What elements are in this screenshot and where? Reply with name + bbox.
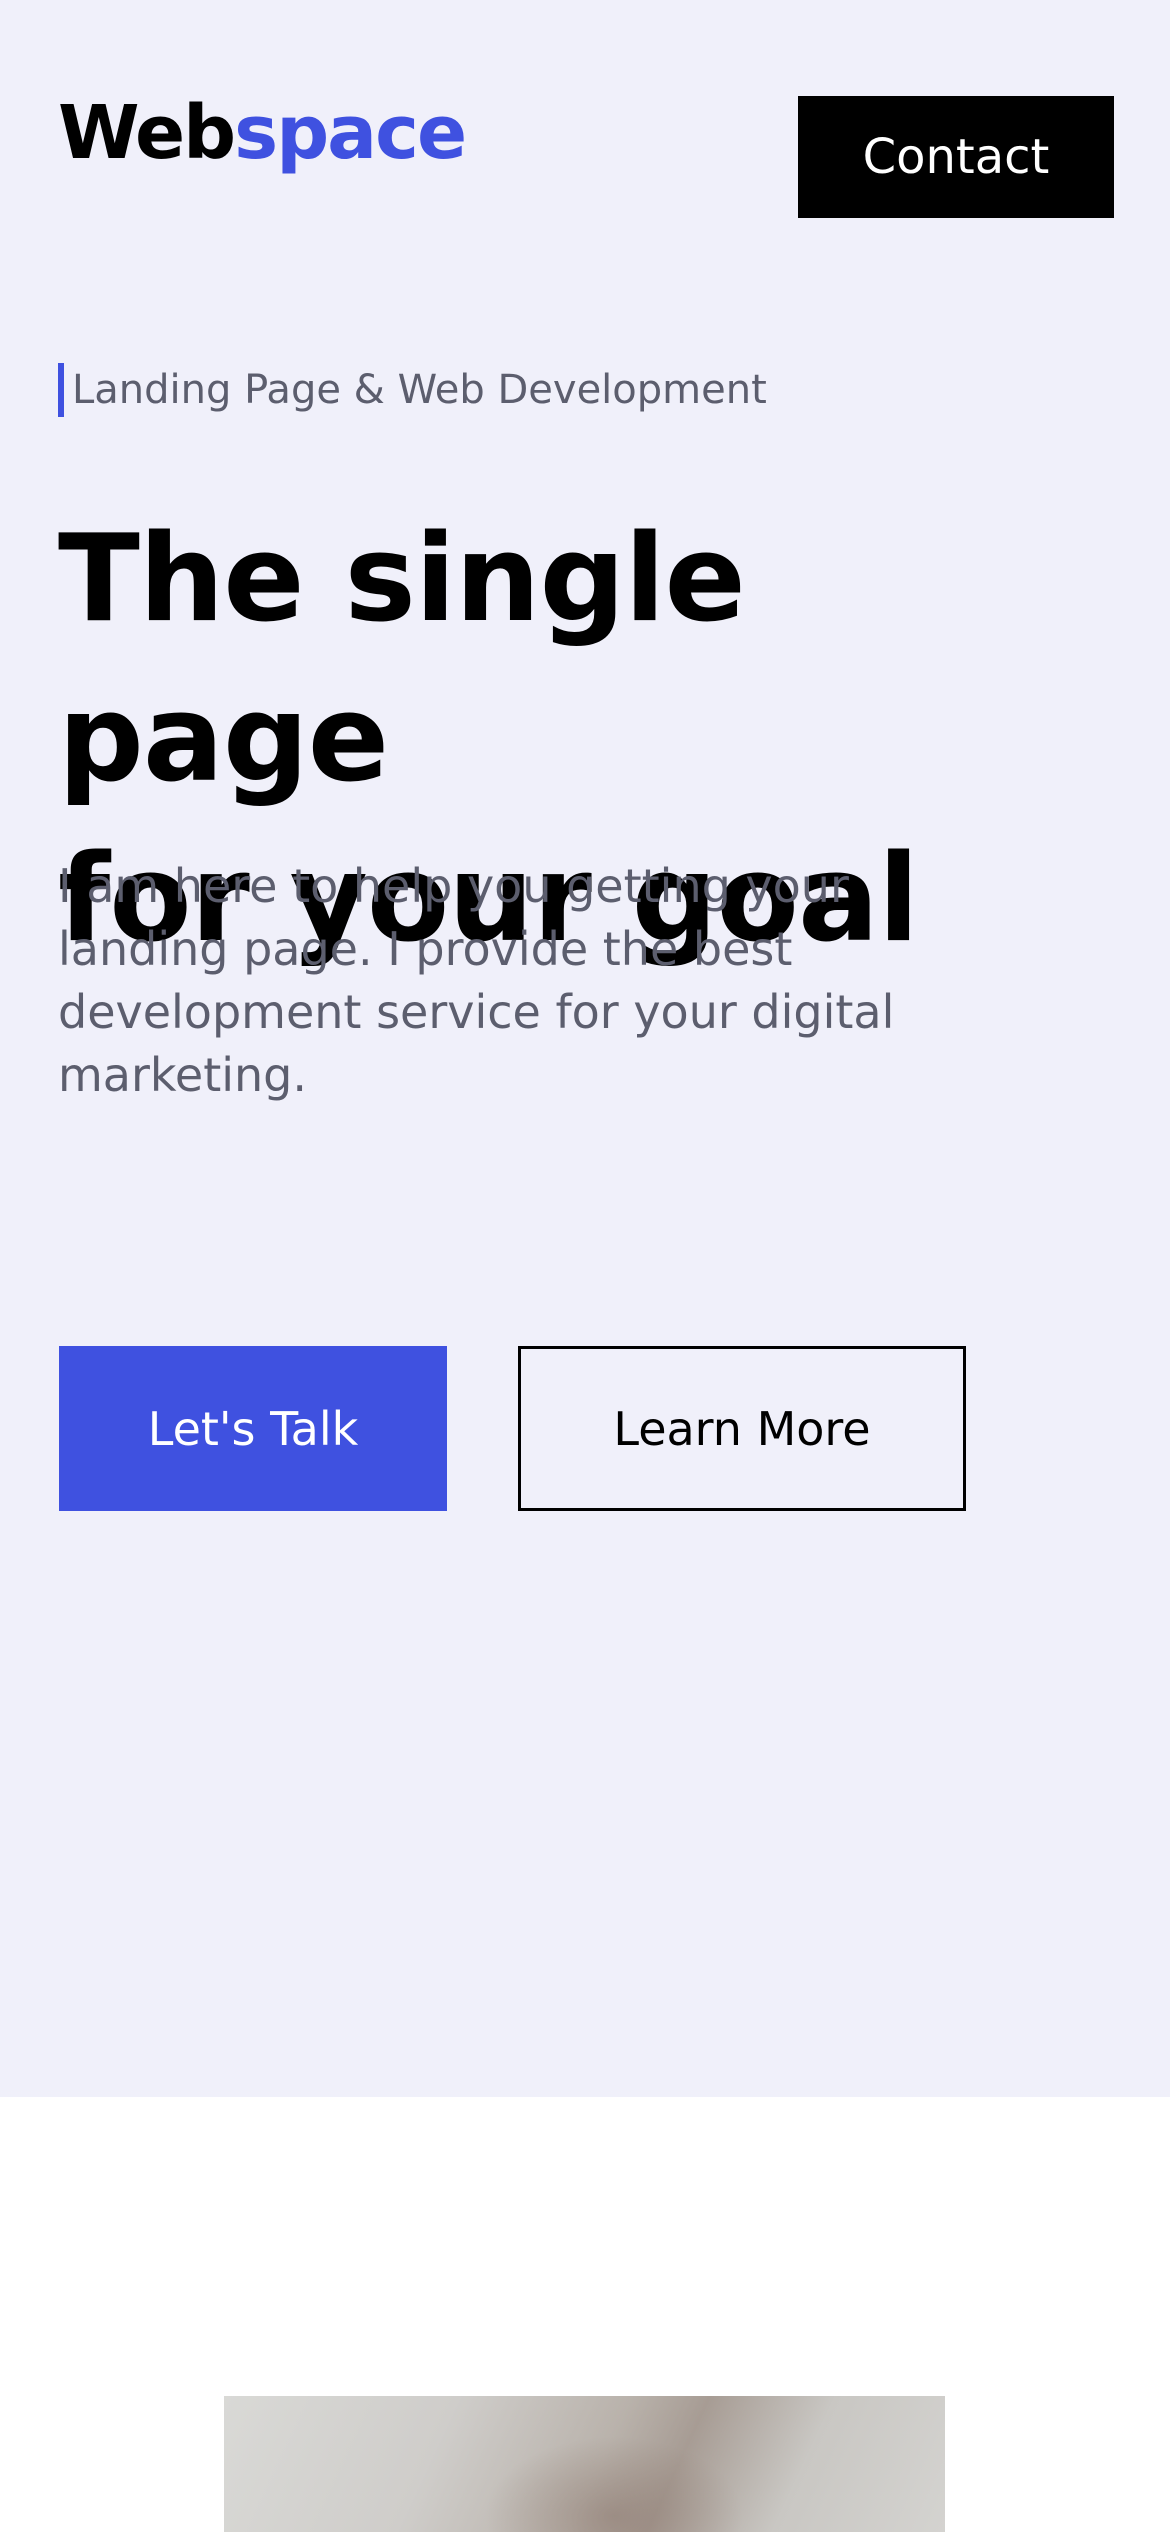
logo-text-space: space [234, 90, 467, 176]
contact-button[interactable]: Contact [798, 96, 1114, 218]
headline-line-1: The single page [58, 510, 746, 809]
eyebrow: Landing Page & Web Development [58, 362, 767, 418]
logo-text-web: Web [58, 90, 236, 176]
hero-image-shading [484, 2436, 744, 2532]
hero-description: I am here to help you getting your landi… [58, 859, 895, 1102]
hero-section: Webspace Contact Landing Page & Web Deve… [0, 0, 1170, 2097]
lets-talk-button[interactable]: Let's Talk [59, 1346, 447, 1511]
eyebrow-text: Landing Page & Web Development [72, 367, 767, 413]
hero-image [224, 2396, 945, 2532]
logo[interactable]: Webspace [58, 96, 467, 170]
eyebrow-accent-bar [58, 363, 64, 417]
learn-more-button[interactable]: Learn More [518, 1346, 966, 1511]
